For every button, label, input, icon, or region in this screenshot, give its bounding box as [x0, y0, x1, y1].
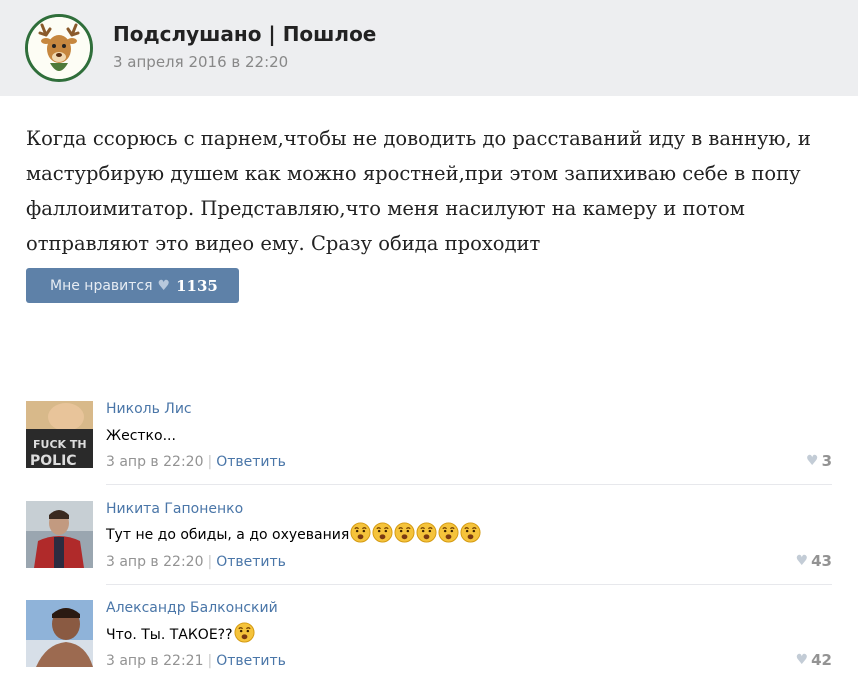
emoji-group — [349, 522, 481, 547]
comment-author[interactable]: Никита Гапоненко — [106, 501, 243, 517]
comment-text-content: Тут не до обиды, а до охуевания — [106, 526, 350, 543]
shocked-face-emoji-icon — [350, 522, 371, 543]
shocked-face-emoji-icon — [416, 522, 437, 543]
comment-author[interactable]: Александр Балконский — [106, 600, 278, 616]
comment-like-count: 3 — [821, 452, 832, 470]
comment-like-button[interactable]: ♥ 43 — [796, 552, 832, 570]
like-button-label: Мне нравится — [50, 277, 153, 294]
comment-author[interactable]: Николь Лис — [106, 401, 192, 417]
comment-meta: 3 апр в 22:20 | Ответить — [106, 554, 286, 570]
shocked-face-emoji-icon — [372, 522, 393, 543]
avatar[interactable]: FUCK TH POLIC — [26, 401, 93, 468]
divider — [106, 584, 832, 585]
comment-date[interactable]: 3 апр в 22:21 — [106, 653, 203, 669]
comment-item: FUCK TH POLIC Николь Лис Жестко... 3 апр… — [26, 401, 832, 471]
comment-like-button[interactable]: ♥ 3 — [806, 452, 832, 470]
comment-date[interactable]: 3 апр в 22:20 — [106, 554, 203, 570]
deer-logo-icon — [28, 17, 90, 79]
post-text: Когда ссорюсь с парнем,чтобы не доводить… — [26, 127, 811, 255]
reply-button[interactable]: Ответить — [216, 554, 286, 570]
avatar[interactable] — [26, 600, 93, 667]
heart-icon: ♥ — [157, 277, 171, 294]
avatar-shirt-text-1: FUCK TH — [33, 438, 87, 451]
post-header: Подслушано | Пошлое 3 апреля 2016 в 22:2… — [0, 0, 858, 96]
heart-icon: ♥ — [795, 553, 809, 569]
avatar[interactable] — [26, 501, 93, 568]
comment-like-count: 43 — [811, 552, 832, 570]
comment-item: Никита Гапоненко Тут не до обиды, а до о… — [26, 501, 832, 571]
emoji-group — [233, 622, 255, 647]
comment-meta: 3 апр в 22:20 | Ответить — [106, 454, 286, 470]
comment-text-content: Что. Ты. ТАКОЕ?? — [106, 626, 233, 643]
comment-text: Тут не до обиды, а до охуевания — [106, 522, 481, 547]
heart-icon: ♥ — [806, 453, 819, 469]
shocked-face-emoji-icon — [234, 622, 255, 643]
comment-item: Александр Балконский Что. Ты. ТАКОЕ?? 3 … — [26, 600, 832, 670]
divider — [106, 484, 832, 485]
reply-button[interactable]: Ответить — [216, 454, 286, 470]
post-date[interactable]: 3 апреля 2016 в 22:20 — [113, 53, 288, 71]
comment-text: Жестко... — [106, 428, 176, 444]
comment-like-count: 42 — [811, 651, 832, 669]
heart-icon: ♥ — [795, 652, 809, 668]
comment-meta: 3 апр в 22:21 | Ответить — [106, 653, 286, 669]
group-name[interactable]: Подслушано | Пошлое — [113, 22, 376, 46]
shocked-face-emoji-icon — [460, 522, 481, 543]
like-button[interactable]: Мне нравится ♥ 1135 — [26, 268, 239, 303]
comment-date[interactable]: 3 апр в 22:20 — [106, 454, 203, 470]
avatar-shirt-text-2: POLIC — [30, 453, 77, 468]
comment-text: Что. Ты. ТАКОЕ?? — [106, 622, 255, 647]
comment-text-content: Жестко... — [106, 428, 176, 444]
comment-like-button[interactable]: ♥ 42 — [796, 651, 832, 669]
shocked-face-emoji-icon — [394, 522, 415, 543]
separator: | — [207, 454, 213, 470]
shocked-face-emoji-icon — [438, 522, 459, 543]
group-avatar[interactable] — [25, 14, 93, 82]
separator: | — [207, 554, 213, 570]
separator: | — [207, 653, 213, 669]
like-count: 1135 — [176, 276, 218, 295]
reply-button[interactable]: Ответить — [216, 653, 286, 669]
